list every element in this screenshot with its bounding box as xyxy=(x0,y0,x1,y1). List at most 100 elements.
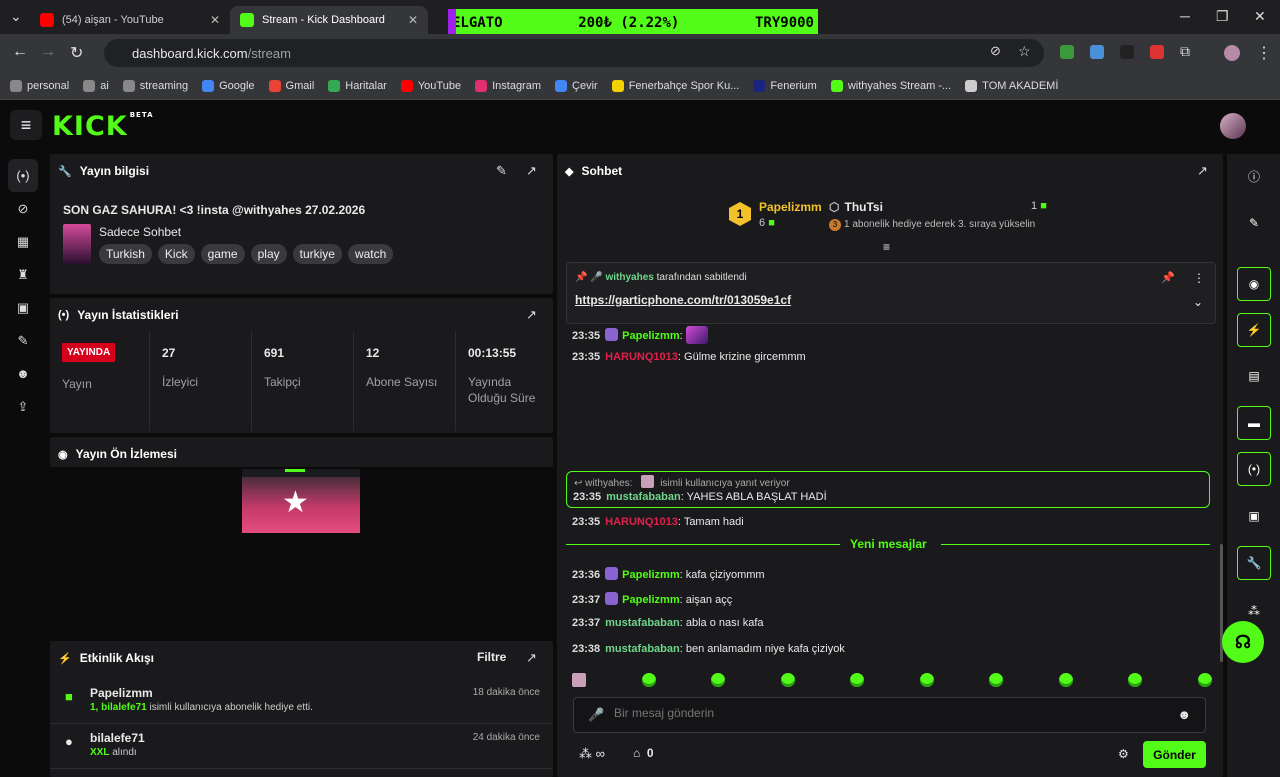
chat-settings-icon[interactable]: ⚙ xyxy=(1118,747,1129,761)
close-icon[interactable]: ✕ xyxy=(210,13,220,27)
extension-icon[interactable] xyxy=(1090,45,1104,59)
edit-icon[interactable]: ✎ xyxy=(496,163,507,179)
bookmark-item[interactable]: personal xyxy=(10,79,69,92)
msg-user[interactable]: Papelizmm xyxy=(622,594,679,606)
pinned-link[interactable]: https://garticphone.com/tr/013059e1cf xyxy=(575,293,791,307)
bookmark-item[interactable]: Haritalar xyxy=(328,79,387,92)
lightning-icon[interactable]: ⚡ xyxy=(1237,313,1271,347)
reload-icon[interactable]: ↻ xyxy=(70,43,83,63)
msg-user[interactable]: Papelizmm xyxy=(622,330,679,342)
mute-icon[interactable]: ⊘ xyxy=(990,43,1001,59)
collapse-icon[interactable]: ≡ xyxy=(883,240,890,254)
bookmark-item[interactable]: Fenerbahçe Spor Ku... xyxy=(611,79,739,92)
kick-logo[interactable]: KICK BETA xyxy=(52,111,154,142)
bookmark-item[interactable]: Google xyxy=(202,79,255,92)
emote-icon[interactable] xyxy=(989,673,1004,687)
stream-nav-icon[interactable]: (•) xyxy=(8,159,38,192)
msg-user[interactable]: mustafababan xyxy=(606,491,681,503)
wrench-icon[interactable]: 🔧 xyxy=(1237,546,1271,580)
extension-shield-icon[interactable] xyxy=(1060,45,1074,59)
popout-icon[interactable]: ↗ xyxy=(1197,163,1208,179)
upload-nav-icon[interactable]: ⇪ xyxy=(8,390,38,423)
stream-tag[interactable]: game xyxy=(200,244,245,264)
emote-icon[interactable] xyxy=(919,673,934,687)
window-close-icon[interactable]: ✕ xyxy=(1254,8,1266,25)
bookmark-star-icon[interactable]: ☆ xyxy=(1018,43,1031,60)
emote-icon[interactable] xyxy=(850,673,865,687)
more-options-icon[interactable]: ⋮ xyxy=(1193,271,1205,285)
bookmark-item[interactable]: withyahes Stream -... xyxy=(830,79,951,92)
edit-icon[interactable]: ✎ xyxy=(1237,206,1271,240)
stream-tag[interactable]: Kick xyxy=(157,244,195,264)
clip-icon[interactable]: ◉ xyxy=(1237,267,1271,301)
info-icon[interactable]: ⓘ xyxy=(1237,159,1271,193)
msg-user[interactable]: HARUNQ1013 xyxy=(605,351,678,363)
stream-tag[interactable]: play xyxy=(250,244,287,264)
back-icon[interactable]: ← xyxy=(12,43,28,61)
msg-user[interactable]: mustafababan xyxy=(605,617,680,629)
profile-avatar-icon[interactable] xyxy=(1224,45,1240,61)
emote-icon[interactable] xyxy=(1058,673,1073,687)
tools-nav-icon[interactable]: ✎ xyxy=(8,324,38,357)
chat-icon[interactable]: ▬ xyxy=(1237,406,1271,440)
gifter-name[interactable]: ⬡ ThuTsi xyxy=(829,200,883,214)
store-button[interactable]: ⌂ 0 xyxy=(633,746,654,760)
popout-icon[interactable]: ↗ xyxy=(526,163,537,179)
community-nav-icon[interactable]: ☻ xyxy=(8,357,38,390)
notes-icon[interactable]: ▤ xyxy=(1237,359,1271,393)
chat-input-box[interactable]: 🎤 ☻ xyxy=(573,697,1206,733)
popout-icon[interactable]: ↗ xyxy=(526,650,537,666)
chat-message-input[interactable] xyxy=(614,706,1154,720)
filter-button[interactable]: Filtre xyxy=(477,650,506,664)
emote-icon[interactable] xyxy=(1197,673,1212,687)
msg-user[interactable]: mustafababan xyxy=(605,643,680,655)
close-icon[interactable]: ✕ xyxy=(408,13,418,27)
maximize-icon[interactable]: ❐ xyxy=(1216,8,1229,25)
tab-kick-dashboard[interactable]: Stream - Kick Dashboard ✕ xyxy=(230,6,428,34)
stream-tag[interactable]: turkiye xyxy=(292,244,342,264)
address-bar[interactable]: dashboard.kick.com/stream xyxy=(104,39,1044,67)
unpin-icon[interactable]: 📌 xyxy=(1161,271,1175,284)
minimize-icon[interactable]: ─ xyxy=(1180,8,1190,24)
bookmark-item[interactable]: Fenerium xyxy=(753,79,817,92)
gifter-name[interactable]: Papelizmm xyxy=(759,200,822,214)
bookmark-item[interactable]: streaming xyxy=(122,79,188,92)
msg-user[interactable]: HARUNQ1013 xyxy=(605,516,678,528)
extension-icon[interactable] xyxy=(1120,45,1134,59)
bookmark-item[interactable]: Instagram xyxy=(475,79,541,92)
popout-icon[interactable]: ↗ xyxy=(526,307,537,323)
emote-icon[interactable] xyxy=(641,673,656,687)
bookmark-item[interactable]: Çevir xyxy=(555,79,598,92)
emote-icon[interactable] xyxy=(711,673,726,687)
emote-icon[interactable] xyxy=(572,673,586,687)
extensions-puzzle-icon[interactable]: ⧉ xyxy=(1180,43,1190,60)
mic-icon[interactable]: 🎤 xyxy=(588,707,604,723)
menu-icon[interactable]: ≡ xyxy=(10,110,42,140)
stream-tag[interactable]: watch xyxy=(347,244,394,264)
msg-user[interactable]: Papelizmm xyxy=(622,569,679,581)
analytics-nav-icon[interactable]: ▦ xyxy=(8,225,38,258)
stream-tag[interactable]: Turkish xyxy=(99,244,152,264)
link-nav-icon[interactable]: ⊘ xyxy=(8,192,38,225)
video-icon[interactable]: ▣ xyxy=(1237,499,1271,533)
expand-icon[interactable]: ⌄ xyxy=(1193,295,1203,309)
trophy-nav-icon[interactable]: ♜ xyxy=(8,258,38,291)
media-nav-icon[interactable]: ▣ xyxy=(8,291,38,324)
user-avatar[interactable] xyxy=(1220,113,1246,139)
bookmark-item[interactable]: TOM AKADEMİ xyxy=(965,79,1058,92)
forward-icon[interactable]: → xyxy=(40,43,56,61)
tab-other[interactable] xyxy=(428,6,448,34)
extension-icon[interactable] xyxy=(1150,45,1164,59)
bookmark-item[interactable]: Gmail xyxy=(268,79,314,92)
menu-dots-icon[interactable]: ⋮ xyxy=(1256,43,1272,63)
broadcast-icon[interactable]: (•) xyxy=(1237,452,1271,486)
channel-points[interactable]: ⁂ ∞ xyxy=(579,746,605,762)
emote-icon[interactable] xyxy=(780,673,795,687)
send-button[interactable]: Gönder xyxy=(1143,741,1206,768)
tab-youtube[interactable]: (54) aişan - YouTube ✕ xyxy=(30,6,230,34)
emote-icon[interactable] xyxy=(1128,673,1143,687)
bookmark-item[interactable]: YouTube xyxy=(400,79,461,92)
support-headset-icon[interactable]: ☊ xyxy=(1222,621,1264,663)
bookmark-item[interactable]: ai xyxy=(83,79,109,92)
tab-search-icon[interactable]: ⌄ xyxy=(10,8,22,25)
